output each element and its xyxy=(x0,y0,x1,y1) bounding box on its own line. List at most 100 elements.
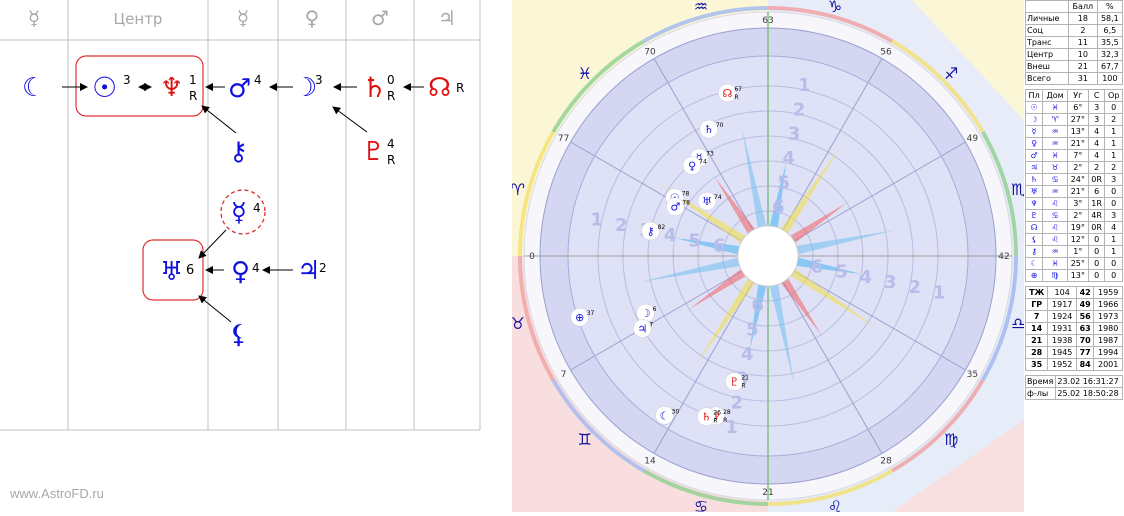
planet-cell: ♒ xyxy=(1042,185,1068,198)
planet-cell: ☾ xyxy=(1024,257,1044,270)
planet-cell: ♌ xyxy=(1042,221,1068,234)
score-cell: Соц xyxy=(1024,24,1070,37)
years-cell: 1994 xyxy=(1093,346,1123,359)
planet-cell: 0R xyxy=(1087,173,1106,186)
zodiac-sign-icon: ♋ xyxy=(694,497,708,512)
years-cell: 1952 xyxy=(1047,358,1078,371)
chart-wheel: 6356494235282114707770♑♐♏♎♍♌♋♊♉♈♓♒123456… xyxy=(511,0,1025,516)
planet-glyph-icon: ♄ xyxy=(701,411,711,424)
years-cell: 1931 xyxy=(1047,322,1078,335)
north-node-retro: R xyxy=(456,81,464,95)
saturn-node-score: 0 xyxy=(387,73,395,87)
planet-cell: 2 xyxy=(1104,113,1123,126)
planet-glyph-icon: ☽ xyxy=(641,307,651,320)
planet-degree: 78 xyxy=(682,191,690,198)
planet-glyph-icon: ♅ xyxy=(702,195,712,208)
uranus-node-score: 6 xyxy=(186,263,194,278)
time-table: Время 23.02 16:31:27 ф-лы 25.02 18:50:28 xyxy=(1024,375,1123,400)
planet-degree: 82 xyxy=(658,224,666,231)
score-header-percent: % xyxy=(1096,0,1124,13)
years-cell: 1987 xyxy=(1093,334,1123,347)
col-header-center: Центр xyxy=(114,10,163,28)
col-header-mercury: ☿ xyxy=(28,6,40,30)
planet-cell: 4 xyxy=(1104,221,1123,234)
lilith-node-glyph: ⚸ xyxy=(229,320,248,350)
pluto-node-glyph: ♇ xyxy=(362,137,385,167)
house-number: 6 xyxy=(751,295,764,316)
saturn-node-glyph: ♄ xyxy=(362,71,387,104)
years-cell: ТЖ xyxy=(1024,286,1049,299)
years-cell: 1980 xyxy=(1093,322,1123,335)
score-header-points: Балл xyxy=(1068,0,1098,13)
planet-cell: ♄ xyxy=(1024,173,1044,186)
planet-header: Уг xyxy=(1066,89,1089,102)
years-cell: 7 xyxy=(1024,310,1049,323)
moon-node-glyph: ☾ xyxy=(22,73,45,103)
planet-header: С xyxy=(1087,89,1106,102)
planet-cell: ♒ xyxy=(1042,125,1068,138)
years-cell: 42 xyxy=(1076,286,1095,299)
planet-cell: ♅ xyxy=(1024,185,1044,198)
score-cell: Транс xyxy=(1024,36,1070,49)
score-cell: 100 xyxy=(1096,72,1124,85)
planet-degree: 30 xyxy=(672,408,680,415)
zodiac-sign-icon: ♓ xyxy=(578,64,592,83)
score-cell: Внеш xyxy=(1024,60,1070,73)
house-number: 2 xyxy=(731,393,744,414)
planet-cell: 0R xyxy=(1087,221,1106,234)
col-header-mercury-2: ☿ xyxy=(237,6,249,30)
age-number: 77 xyxy=(558,134,569,144)
years-cell: 70 xyxy=(1076,334,1095,347)
mars-node-score: 4 xyxy=(254,73,262,87)
years-cell: 63 xyxy=(1076,322,1095,335)
planet-cell: 4R xyxy=(1087,209,1106,222)
natal-chart: 63 56 49 42 35 28 21 14 7 0 77 70 ♑ ♐ ♏ ♎ ♍ ♌ ♋ ♊ ♉ ♈ ♓ ♒ 1 2 3 4 5 6… xyxy=(511,0,1025,516)
planet-cell: 4 xyxy=(1087,137,1106,150)
house-number: 5 xyxy=(777,173,790,194)
house-number: 5 xyxy=(835,262,848,283)
planet-cell: ☉ xyxy=(1024,101,1044,114)
venus-node-glyph: ♀ xyxy=(231,257,250,287)
zodiac-sign-icon: ♊ xyxy=(578,430,592,449)
house-number: 4 xyxy=(783,148,796,169)
planet-cell: ♈ xyxy=(1042,113,1068,126)
planet-glyph-icon: ♃ xyxy=(637,323,647,336)
planet-cell: 0 xyxy=(1104,257,1123,270)
planet-degree: 74 xyxy=(699,159,707,166)
planet-cell: ♒ xyxy=(1042,245,1068,258)
age-number: 42 xyxy=(998,252,1009,262)
planet-cell: 0 xyxy=(1087,269,1106,282)
planet-degree: 26 xyxy=(713,410,721,417)
pluto-node-retro: R xyxy=(387,153,395,167)
planet-cell: 12° xyxy=(1066,233,1089,246)
time-cell: Время xyxy=(1024,375,1057,388)
sun-node-score: 3 xyxy=(123,73,131,87)
time-cell: 23.02 16:31:27 xyxy=(1055,375,1123,388)
years-cell: 2001 xyxy=(1093,358,1123,371)
neptune-node-glyph: ♆ xyxy=(160,73,183,103)
years-cell: 1924 xyxy=(1047,310,1078,323)
years-cell: ГР xyxy=(1024,298,1049,311)
house-number: 6 xyxy=(713,236,726,257)
score-cell: 11 xyxy=(1068,36,1098,49)
planet-cell: 3 xyxy=(1087,101,1106,114)
planet-cell: ♓ xyxy=(1042,149,1068,162)
time-cell: ф-лы xyxy=(1024,387,1057,400)
col-header-venus: ♀ xyxy=(305,6,320,30)
age-number: 21 xyxy=(762,488,773,498)
planet-glyph-icon: ♀ xyxy=(688,160,696,173)
planet-cell: ♋ xyxy=(1042,209,1068,222)
planet-cell: 2° xyxy=(1066,161,1089,174)
planet-degree: 21 xyxy=(741,375,749,382)
center-disc xyxy=(737,225,799,287)
planet-cell: ♍ xyxy=(1042,269,1068,282)
planet-cell: 0 xyxy=(1087,245,1106,258)
years-table: ТЖ 104 42 1959 ГР 1917 49 1966 7 1924 56 1973 14 1931… xyxy=(1024,286,1123,371)
score-cell: 31 xyxy=(1068,72,1098,85)
planet-retro: R xyxy=(713,418,717,425)
planet-cell: 27° xyxy=(1066,113,1089,126)
score-cell: 6,5 xyxy=(1096,24,1124,37)
years-cell: 35 xyxy=(1024,358,1049,371)
house-number: 2 xyxy=(793,99,806,120)
age-number: 14 xyxy=(644,456,656,466)
